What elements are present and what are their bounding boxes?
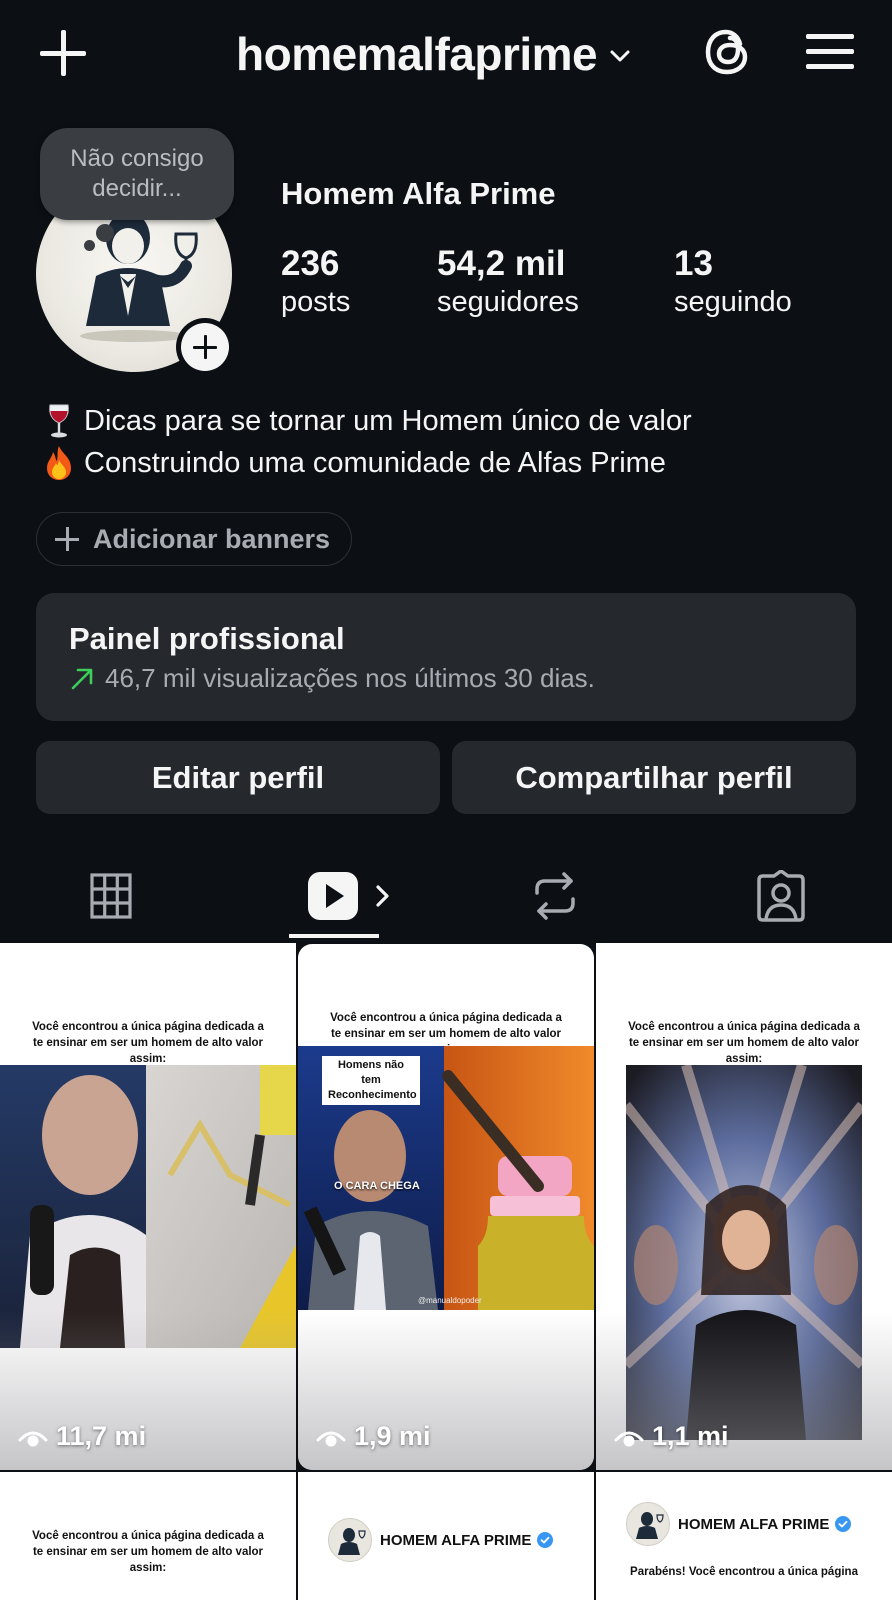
profile-note[interactable]: Não consigo decidir...: [40, 128, 234, 220]
reel-brand: HOMEM ALFA PRIME: [626, 1502, 852, 1546]
reel-brand: HOMEM ALFA PRIME: [328, 1518, 554, 1562]
bio-line: Dicas para se tornar um Homem único de v…: [40, 400, 692, 442]
wine-glass-icon: [49, 404, 69, 438]
reel-tile[interactable]: Você encontrou a única página dedicada a…: [0, 1472, 296, 1600]
add-banners-label: Adicionar banners: [93, 523, 331, 554]
bio: Dicas para se tornar um Homem único de v…: [40, 400, 692, 484]
reel-caption: Você encontrou a única página dedicada a…: [32, 1021, 264, 1065]
reel-views-count: 1,1 mi: [652, 1421, 729, 1451]
plus-icon: [181, 323, 229, 371]
brand-name: HOMEM ALFA PRIME: [380, 1531, 532, 1549]
edit-profile-button[interactable]: Editar perfil: [36, 741, 440, 814]
reel-tile[interactable]: HOMEM ALFA PRIME Parabéns! Você encontro…: [596, 1472, 892, 1600]
stat-label: seguidores: [437, 286, 579, 318]
stat-following[interactable]: 13 seguindo: [674, 244, 792, 320]
reel-overlay-label: Homens não tem Reconhecimento: [322, 1056, 420, 1105]
add-banners-button[interactable]: Adicionar banners: [36, 512, 352, 566]
verified-badge-icon: [835, 1516, 852, 1532]
reel-tile[interactable]: Você encontrou a única página dedicada a…: [298, 944, 594, 1470]
hamburger-menu-icon[interactable]: [806, 30, 854, 72]
reel-thumbnail: [0, 1065, 296, 1348]
share-profile-button[interactable]: Compartilhar perfil: [452, 741, 856, 814]
stat-label: seguindo: [674, 286, 792, 318]
grid-icon: [90, 873, 132, 919]
reel-caption: Você encontrou a única página dedicada a…: [32, 1530, 264, 1574]
chevron-down-icon: [610, 50, 630, 62]
note-bubble-tail: [96, 224, 114, 242]
stat-value: 236: [281, 244, 340, 283]
add-story-button[interactable]: [176, 318, 234, 376]
reels-grid: Você encontrou a única página dedicada a…: [0, 943, 892, 1600]
dashboard-subtitle-row: 46,7 mil visualizações nos últimos 30 di…: [69, 663, 595, 694]
dashboard-subtitle: 46,7 mil visualizações nos últimos 30 di…: [105, 663, 595, 693]
brand-logo: [626, 1502, 670, 1546]
views-icon: [18, 1431, 48, 1446]
chevron-right-icon: [376, 885, 389, 907]
bio-line: Construindo uma comunidade de Alfas Prim…: [40, 442, 692, 484]
tagged-icon: [757, 870, 805, 922]
fire-icon: [47, 446, 71, 480]
create-plus-icon[interactable]: [38, 28, 88, 78]
reels-icon: [308, 872, 358, 920]
professional-dashboard[interactable]: Painel profissional 46,7 mil visualizaçõ…: [36, 593, 856, 721]
brand-name: HOMEM ALFA PRIME: [678, 1515, 830, 1533]
reel-tile[interactable]: Você encontrou a única página dedicada a…: [596, 943, 892, 1470]
reel-caption: Você encontrou a única página dedicada a…: [628, 1021, 860, 1065]
bio-text: Construindo uma comunidade de Alfas Prim…: [84, 447, 666, 479]
stat-value: 54,2 mil: [437, 244, 566, 283]
top-bar: homemalfaprime: [0, 0, 892, 110]
stat-label: posts: [281, 286, 351, 318]
threads-icon[interactable]: [702, 24, 754, 80]
stat-followers[interactable]: 54,2 mil seguidores: [437, 244, 579, 320]
tab-posts-grid[interactable]: [56, 850, 166, 942]
tab-reposts[interactable]: [500, 850, 610, 942]
reel-overlay-subtitle: O CARA CHEGA: [334, 1180, 420, 1192]
tab-reels[interactable]: [290, 850, 410, 942]
display-name: Homem Alfa Prime: [281, 176, 556, 211]
reel-views: 11,7 mi: [18, 1421, 146, 1452]
reel-views: 1,9 mi: [316, 1421, 431, 1452]
reel-caption: Parabéns! Você encontrou a única página: [630, 1566, 858, 1578]
username-title: homemalfaprime: [236, 28, 598, 80]
plus-icon: [55, 527, 79, 551]
dashboard-title: Painel profissional: [69, 621, 345, 656]
reel-watermark: @manualdopoder: [418, 1296, 482, 1305]
trend-up-icon: [71, 668, 93, 689]
verified-badge-icon: [537, 1532, 554, 1548]
active-tab-indicator: [289, 934, 379, 938]
tab-tagged[interactable]: [726, 850, 836, 942]
views-icon: [614, 1431, 644, 1446]
reel-views-count: 11,7 mi: [56, 1421, 147, 1451]
bio-text: Dicas para se tornar um Homem único de v…: [84, 405, 692, 437]
note-text: Não consigo decidir...: [70, 145, 204, 202]
reel-views: 1,1 mi: [614, 1421, 729, 1452]
reposts-icon: [535, 872, 575, 920]
reel-tile[interactable]: Você encontrou a única página dedicada a…: [0, 943, 296, 1470]
reel-views-count: 1,9 mi: [354, 1421, 431, 1451]
brand-logo: [328, 1518, 372, 1562]
views-icon: [316, 1431, 346, 1446]
reel-tile[interactable]: HOMEM ALFA PRIME: [298, 1472, 594, 1600]
stat-posts[interactable]: 236 posts: [281, 244, 350, 320]
profile-tabs: [0, 850, 892, 942]
account-switcher[interactable]: homemalfaprime: [236, 24, 633, 84]
note-bubble-tail-small: [84, 240, 95, 251]
stat-value: 13: [674, 244, 713, 283]
